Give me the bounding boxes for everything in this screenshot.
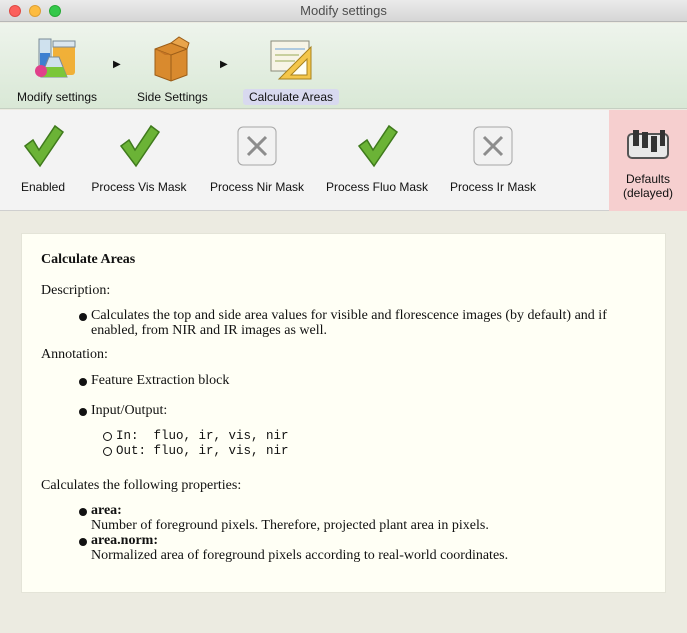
property-description: Normalized area of foreground pixels acc… (91, 548, 509, 563)
bullet-icon (79, 408, 87, 416)
toggle-label: Enabled (20, 180, 66, 194)
breadcrumb-arrow-icon: ▶ (220, 59, 228, 70)
description-line-2: enabled, from NIR and IR images as well. (91, 323, 327, 338)
toggle-label: Process Nir Mask (209, 180, 304, 194)
toggle-label: Process Ir Mask (450, 180, 537, 194)
breadcrumb-calculate-areas[interactable]: Calculate Areas (240, 35, 342, 105)
breadcrumb-label: Side Settings (137, 90, 208, 104)
breadcrumb-arrow-icon: ▶ (113, 59, 121, 70)
annotation-label: Annotation: (41, 347, 108, 362)
toggle-process-ir-mask[interactable]: Process Ir Mask (450, 124, 536, 194)
modify-settings-window: Modify settings Modify settings ▶ Side S… (0, 0, 687, 633)
defaults-label: Defaults (625, 172, 671, 186)
toggle-enabled[interactable]: Enabled (16, 124, 70, 194)
cross-icon (235, 124, 279, 168)
page-title: Calculate Areas (41, 252, 136, 267)
lab-glassware-icon (31, 35, 83, 83)
annotation-item: Input/Output: (91, 403, 168, 418)
toggle-process-fluo-mask[interactable]: Process Fluo Mask (326, 124, 428, 194)
breadcrumb-modify-settings[interactable]: Modify settings (10, 35, 104, 105)
description-line-1: Calculates the top and side area values … (91, 308, 607, 323)
circle-bullet-icon (103, 432, 112, 441)
breadcrumb-side-settings[interactable]: Side Settings (131, 35, 211, 105)
checkmark-icon (21, 124, 65, 168)
toggle-label: Process Vis Mask (91, 180, 187, 194)
checkmark-icon (355, 124, 399, 168)
settings-toolbar: Enabled Process Vis Mask Process Nir Mas… (0, 110, 687, 211)
properties-label: Calculates the following properties: (41, 478, 242, 493)
title-bar: Modify settings (0, 0, 687, 22)
toggle-process-vis-mask[interactable]: Process Vis Mask (90, 124, 188, 194)
bullet-icon (79, 508, 87, 516)
package-box-icon (145, 35, 197, 83)
bullet-icon (79, 313, 87, 321)
annotation-item: Feature Extraction block (91, 373, 230, 388)
help-content-panel: Calculate Areas Description: Calculates … (21, 233, 666, 593)
bullet-icon (79, 378, 87, 386)
defaults-sublabel: (delayed) (622, 186, 674, 200)
window-title: Modify settings (300, 3, 387, 18)
description-label: Description: (41, 283, 111, 298)
mixer-sliders-icon (625, 126, 671, 166)
toggle-label: Process Fluo Mask (326, 180, 429, 194)
property-description: Number of foreground pixels. Therefore, … (91, 518, 489, 533)
breadcrumb-label: Modify settings (16, 90, 98, 104)
property-name: area.norm: (91, 533, 158, 548)
breadcrumb: Modify settings ▶ Side Settings ▶ Calcul… (0, 23, 687, 109)
bullet-icon (79, 538, 87, 546)
io-output-line: Out: fluo, ir, vis, nir (116, 444, 289, 458)
cross-icon (471, 124, 515, 168)
property-name: area: (91, 503, 122, 518)
breadcrumb-label: Calculate Areas (242, 89, 340, 105)
defaults-delayed-button[interactable]: Defaults (delayed) (609, 110, 687, 211)
io-input-line: In: fluo, ir, vis, nir (116, 429, 289, 443)
area-ruler-icon (265, 35, 317, 83)
circle-bullet-icon (103, 447, 112, 456)
checkmark-icon (117, 124, 161, 168)
toggle-process-nir-mask[interactable]: Process Nir Mask (208, 124, 306, 194)
